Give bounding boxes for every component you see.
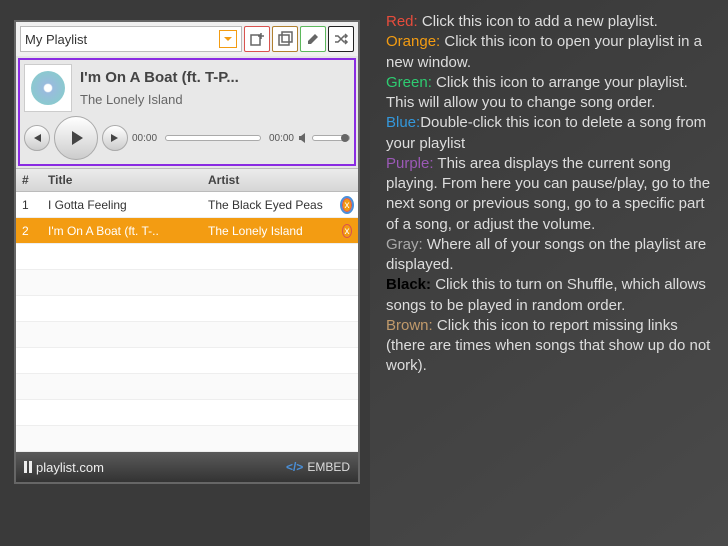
legend-label: Green: [386,74,432,91]
row-artist: The Lonely Island [202,220,336,242]
embed-button[interactable]: </> EMBED [286,460,350,474]
track-list-header: # Title Artist [16,168,358,192]
shuffle-button[interactable] [328,26,354,52]
legend-text: This area displays the current song play… [386,155,710,233]
play-button[interactable] [54,116,98,160]
legend-label: Purple: [386,155,434,172]
track-list: 1I Gotta FeelingThe Black Eyed Peasx2I'm… [16,192,358,452]
legend-text: Click this icon to arrange your playlist… [386,74,688,111]
footer-pause-icon [24,461,32,473]
table-row-empty [16,426,358,452]
player-footer: playlist.com </> EMBED [16,452,358,482]
footer-site-label: playlist.com [36,460,104,475]
legend-text: Click this icon to report missing links … [386,317,710,375]
legend-label: Blue: [386,114,420,131]
table-row-empty [16,348,358,374]
col-number: # [16,169,42,191]
legend-label: Red: [386,13,418,30]
table-row-empty [16,374,358,400]
delete-song-icon[interactable]: x [342,224,352,238]
legend-label: Brown: [386,317,433,334]
progress-bar[interactable] [165,135,261,141]
album-art [24,64,72,112]
player-toolbar: My Playlist [16,22,358,56]
row-number: 2 [16,220,42,242]
legend-text: Double-click this icon to delete a song … [386,114,706,151]
playlist-dropdown[interactable]: My Playlist [20,26,242,52]
legend-label: Gray: [386,236,423,253]
player-panel: My Playlist I'm On A [0,0,370,546]
col-artist: Artist [202,169,358,191]
row-number: 1 [16,194,42,216]
time-current: 00:00 [132,133,157,144]
arrange-playlist-button[interactable] [300,26,326,52]
row-title: I Gotta Feeling [42,194,202,216]
time-total: 00:00 [269,133,294,144]
volume-control[interactable] [298,132,350,144]
row-artist: The Black Eyed Peas [202,194,336,216]
table-row[interactable]: 1I Gotta FeelingThe Black Eyed Peas x [16,192,358,218]
table-row-empty [16,400,358,426]
legend-label: Black: [386,276,431,293]
open-window-button[interactable] [272,26,298,52]
prev-button[interactable] [24,125,50,151]
table-row-empty [16,244,358,270]
table-row[interactable]: 2I'm On A Boat (ft. T-..The Lonely Islan… [16,218,358,244]
music-player: My Playlist I'm On A [14,20,360,484]
volume-icon [298,132,310,144]
legend-text: Where all of your songs on the playlist … [386,236,706,273]
col-title: Title [42,169,202,191]
table-row-empty [16,296,358,322]
add-playlist-button[interactable] [244,26,270,52]
playlist-dropdown-label: My Playlist [25,32,87,47]
next-button[interactable] [102,125,128,151]
delete-song-icon[interactable]: x [342,198,352,212]
now-playing-artist: The Lonely Island [80,92,350,107]
legend-text: Click this to turn on Shuffle, which all… [386,276,706,313]
table-row-empty [16,270,358,296]
legend-panel: Red: Click this icon to add a new playli… [370,0,728,546]
legend-text: Click this icon to add a new playlist. [418,13,658,30]
embed-label: EMBED [307,460,350,474]
now-playing-title: I'm On A Boat (ft. T-P... [80,69,350,86]
now-playing-area: I'm On A Boat (ft. T-P... The Lonely Isl… [18,58,356,166]
row-title: I'm On A Boat (ft. T-.. [42,220,202,242]
table-row-empty [16,322,358,348]
dropdown-arrow-icon[interactable] [219,30,237,48]
embed-code-icon: </> [286,460,303,474]
legend-label: Orange: [386,33,440,50]
